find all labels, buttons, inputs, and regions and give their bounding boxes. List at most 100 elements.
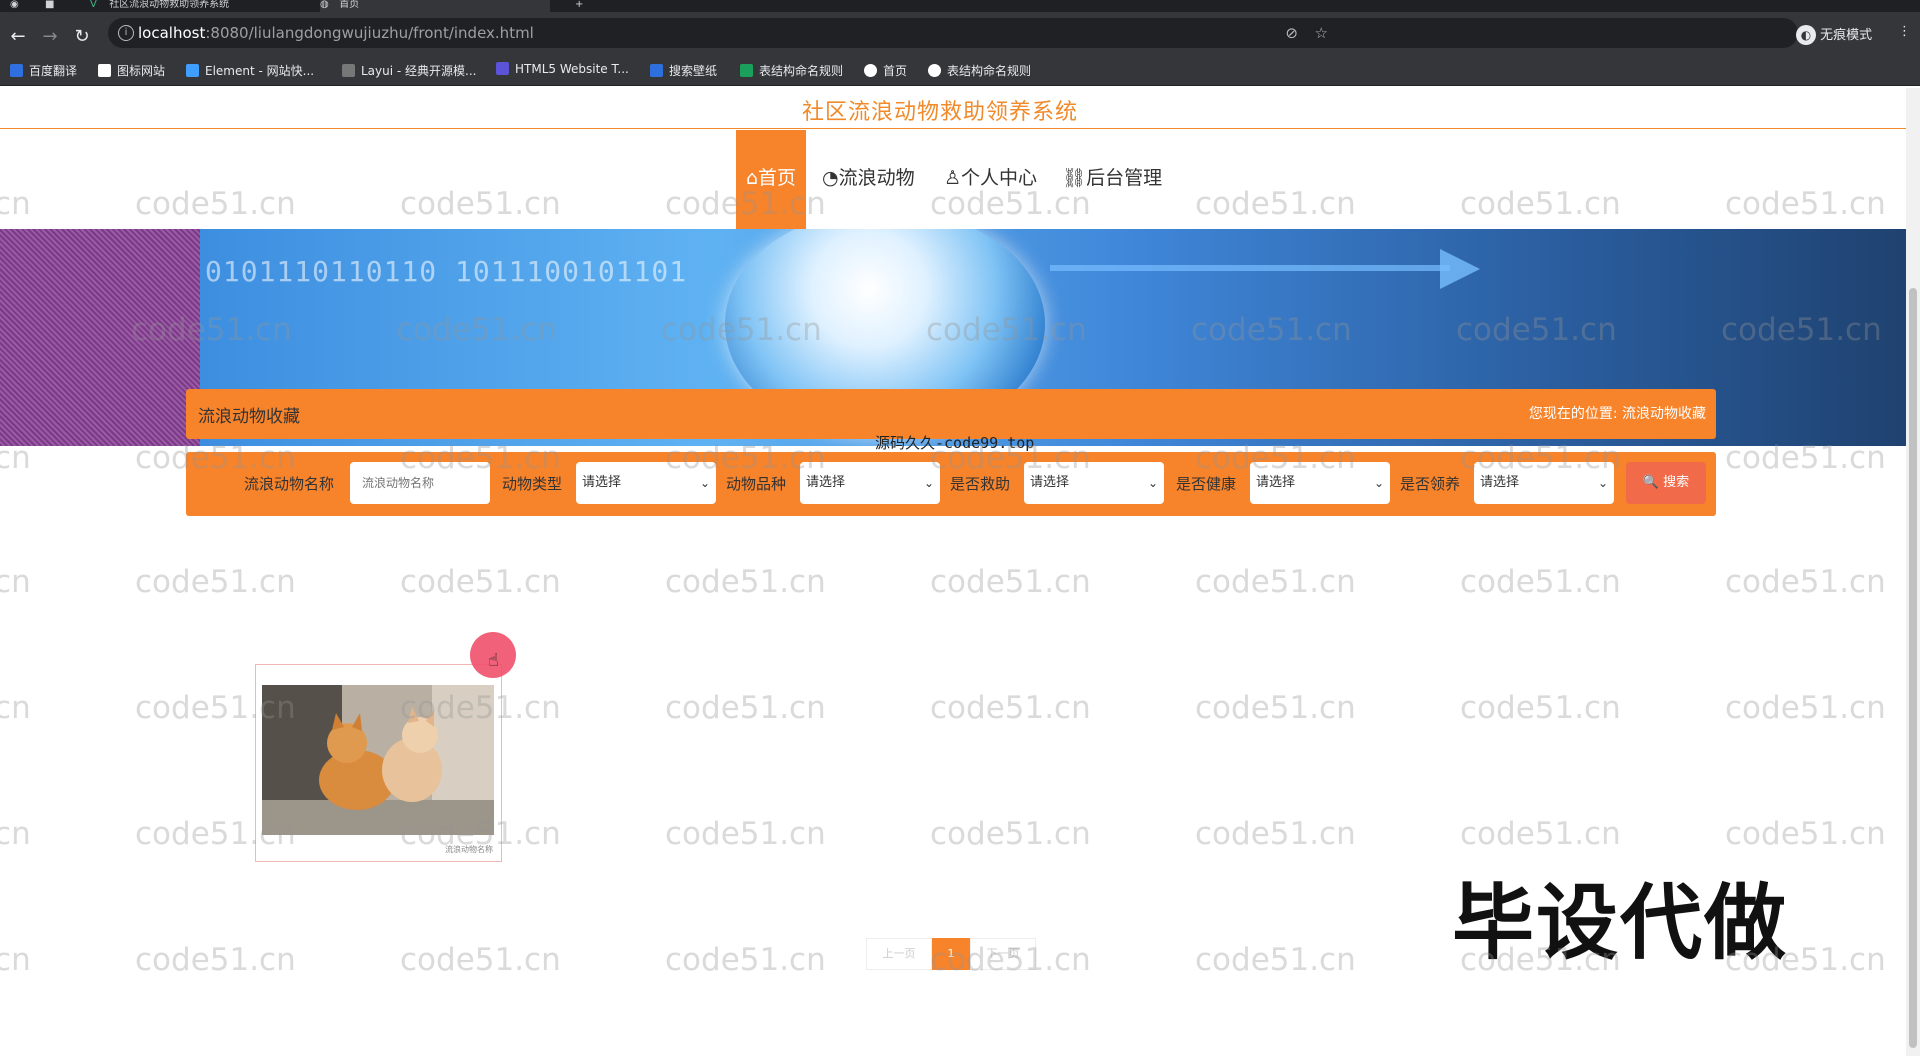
page-scrollbar[interactable] bbox=[1906, 88, 1920, 1056]
page-1-button[interactable]: 1 bbox=[932, 938, 970, 970]
rescue-label: 是否救助 bbox=[950, 475, 1011, 493]
bookmark-label: 表结构命名规则 bbox=[947, 64, 1032, 78]
element-icon bbox=[186, 64, 199, 77]
overlay-watermark: 源码久久-code99.top bbox=[875, 434, 1035, 452]
address-bar[interactable]: i localhost:8080/liulangdongwujiuzhu/fro… bbox=[108, 18, 1798, 48]
scrollbar-thumb[interactable] bbox=[1909, 288, 1917, 1048]
select-value: 请选择 bbox=[1256, 475, 1296, 490]
globe-icon bbox=[928, 64, 941, 77]
sheet-icon bbox=[740, 64, 753, 77]
select-value: 请选择 bbox=[1480, 475, 1520, 490]
health-select[interactable]: 请选择 ⌄ bbox=[1250, 462, 1390, 504]
flag-icon bbox=[98, 64, 111, 77]
bookmark-item[interactable]: 百度翻译 bbox=[10, 62, 77, 79]
tab-label: 首页 bbox=[339, 0, 360, 10]
prev-page-button[interactable]: 上一页 bbox=[866, 938, 932, 970]
bookmark-item[interactable]: 表结构命名规则 bbox=[740, 62, 843, 79]
html5-icon bbox=[496, 62, 509, 75]
bookmark-label: 搜索壁纸 bbox=[669, 64, 718, 78]
browser-menu-dots-icon[interactable]: ⋮ bbox=[1898, 24, 1911, 39]
bookmark-item[interactable]: 图标网站 bbox=[98, 62, 165, 79]
bookmark-item[interactable]: Layui - 经典开源模... bbox=[342, 62, 476, 79]
section-title: 流浪动物收藏 bbox=[198, 407, 300, 427]
bookmark-item[interactable]: 首页 bbox=[864, 62, 907, 79]
promo-overlay-text: 毕设代做 bbox=[1452, 876, 1789, 971]
banner-side-texture bbox=[0, 229, 200, 446]
nav-home[interactable]: ⌂首页 bbox=[736, 130, 806, 230]
browser-tab-strip: ◉ ■ V 社区流浪动物救助领养系统 ◍ 首页 + bbox=[0, 0, 1920, 12]
animal-photo bbox=[262, 685, 494, 835]
new-tab-button[interactable]: + bbox=[575, 0, 590, 12]
name-label: 流浪动物名称 bbox=[244, 475, 335, 493]
chevron-down-icon: ⌄ bbox=[1373, 476, 1384, 490]
arrow-graphic bbox=[1050, 265, 1450, 271]
vue-icon: V bbox=[90, 0, 97, 10]
chevron-down-icon: ⌄ bbox=[923, 476, 934, 490]
banner-binary-text: 0101110110110 1011100101101 bbox=[205, 255, 688, 288]
reload-icon[interactable]: ↻ bbox=[72, 27, 92, 47]
next-page-button[interactable]: 下一页 bbox=[970, 938, 1036, 970]
chevron-down-icon: ⌄ bbox=[1597, 476, 1608, 490]
address-url: localhost:8080/liulangdongwujiuzhu/front… bbox=[138, 18, 534, 48]
bookmark-item[interactable]: HTML5 Website T... bbox=[496, 62, 629, 76]
animal-card[interactable]: 流浪动物名称 bbox=[255, 664, 502, 862]
url-path: :8080/liulangdongwujiuzhu/front/index.ht… bbox=[205, 24, 534, 42]
select-value: 请选择 bbox=[1030, 475, 1070, 490]
adopt-label: 是否领养 bbox=[1400, 475, 1461, 493]
hand-cursor-icon: ☝ bbox=[488, 650, 499, 671]
title-divider bbox=[0, 128, 1906, 129]
site-info-icon[interactable]: i bbox=[118, 25, 134, 41]
globe-icon bbox=[864, 64, 877, 77]
bookmark-label: 表结构命名规则 bbox=[759, 64, 844, 78]
type-label: 动物类型 bbox=[502, 475, 563, 493]
breed-label: 动物品种 bbox=[726, 475, 787, 493]
bookmark-label: 百度翻译 bbox=[29, 64, 78, 78]
tab-label: 社区流浪动物救助领养系统 bbox=[109, 0, 230, 10]
chevron-down-icon: ⌄ bbox=[1147, 476, 1158, 490]
health-label: 是否健康 bbox=[1176, 475, 1237, 493]
adopt-select[interactable]: 请选择 ⌄ bbox=[1474, 462, 1614, 504]
cat-photo-graphic bbox=[262, 685, 494, 835]
star-icon[interactable]: ☆ bbox=[1315, 18, 1328, 48]
bookmark-label: 图标网站 bbox=[117, 64, 166, 78]
tab-overview-icon[interactable]: ■ bbox=[45, 0, 75, 12]
bookmark-item[interactable]: 表结构命名规则 bbox=[928, 62, 1031, 79]
bookmark-label: Element - 网站快... bbox=[205, 64, 315, 78]
chevron-down-icon: ⌄ bbox=[699, 476, 710, 490]
type-select[interactable]: 请选择 ⌄ bbox=[576, 462, 716, 504]
wallpaper-icon bbox=[650, 64, 663, 77]
breadcrumb: 您现在的位置: 流浪动物收藏 bbox=[1528, 406, 1706, 422]
arrowhead-graphic bbox=[1440, 249, 1480, 289]
incognito-badge[interactable]: ◐ 无痕模式 bbox=[1796, 24, 1872, 45]
url-host: localhost bbox=[138, 24, 206, 42]
rescue-select[interactable]: 请选择 ⌄ bbox=[1024, 462, 1164, 504]
bookmark-label: 首页 bbox=[883, 64, 908, 78]
tab-system[interactable]: V 社区流浪动物救助领养系统 bbox=[90, 0, 320, 12]
nav-stray-animals[interactable]: ◔流浪动物 bbox=[822, 130, 915, 230]
profile-label: 无痕模式 bbox=[1820, 28, 1873, 43]
bookmark-icon bbox=[10, 64, 23, 77]
tab-home[interactable]: ◍ 首页 bbox=[320, 0, 550, 12]
breed-select[interactable]: 请选择 ⌄ bbox=[800, 462, 940, 504]
bookmark-label: Layui - 经典开源模... bbox=[361, 64, 477, 78]
name-search-input[interactable] bbox=[350, 462, 490, 504]
nav-personal-center[interactable]: ♙个人中心 bbox=[944, 130, 1037, 230]
bookmarks-bar: 百度翻译 图标网站 Element - 网站快... Layui - 经典开源模… bbox=[0, 55, 1920, 86]
animal-name-caption: 流浪动物名称 bbox=[445, 845, 493, 854]
select-value: 请选择 bbox=[806, 475, 846, 490]
eye-off-icon[interactable]: ⊘ bbox=[1285, 18, 1298, 48]
globe-icon: ◍ bbox=[320, 0, 329, 10]
layui-icon bbox=[342, 64, 355, 77]
bookmark-label: HTML5 Website T... bbox=[515, 62, 629, 76]
nav-admin[interactable]: ⛓后台管理 bbox=[1062, 130, 1162, 230]
browser-menu-icon[interactable]: ◉ bbox=[10, 0, 30, 12]
incognito-icon: ◐ bbox=[1796, 25, 1816, 45]
search-bar: 流浪动物名称 动物类型 请选择 ⌄ 动物品种 请选择 ⌄ 是否救助 请选择 ⌄ 是否健… bbox=[186, 452, 1716, 516]
site-title: 社区流浪动物救助领养系统 bbox=[801, 100, 1078, 125]
back-arrow-icon[interactable]: ← bbox=[8, 27, 28, 47]
select-value: 请选择 bbox=[582, 475, 622, 490]
search-button[interactable]: 🔍 搜索 bbox=[1626, 462, 1706, 504]
bookmark-item[interactable]: 搜索壁纸 bbox=[650, 62, 717, 79]
bookmark-item[interactable]: Element - 网站快... bbox=[186, 62, 314, 79]
forward-arrow-icon[interactable]: → bbox=[40, 27, 60, 47]
